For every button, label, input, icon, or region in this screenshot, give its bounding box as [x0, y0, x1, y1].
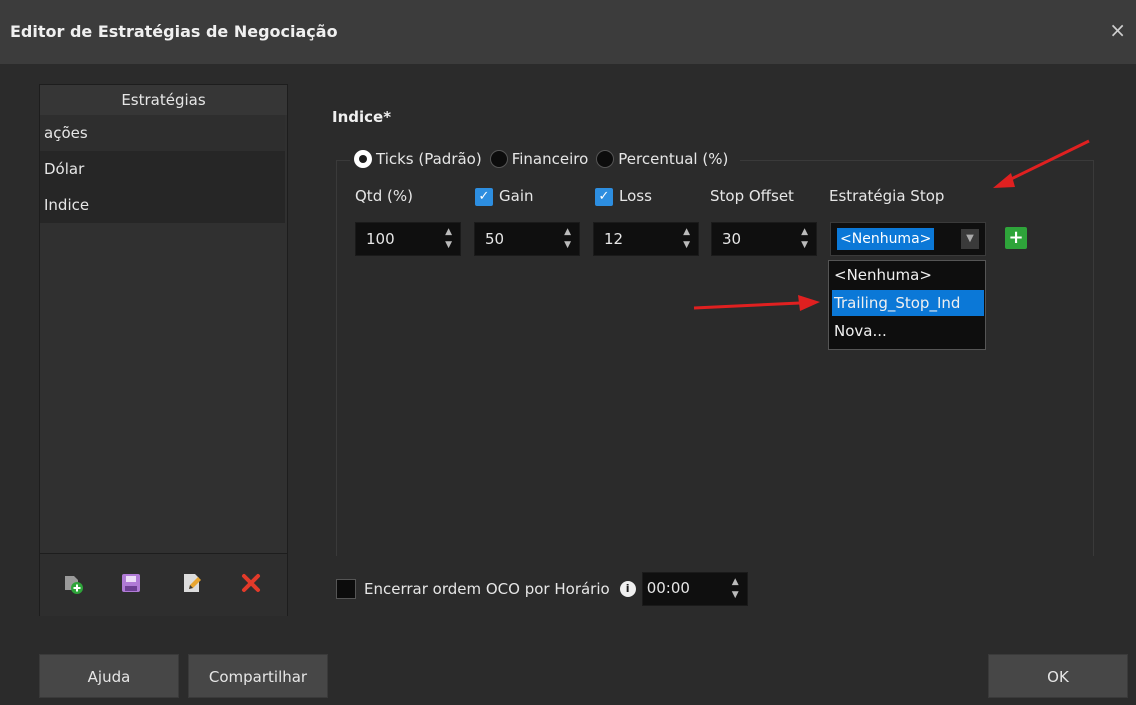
close-by-time-label: Encerrar ordem OCO por Horário — [364, 580, 610, 598]
strategy-item-dolar[interactable]: Dólar — [40, 151, 285, 187]
settings-group — [336, 160, 1094, 556]
radio-percentual-label: Percentual (%) — [618, 150, 729, 168]
dropdown-option-nenhuma[interactable]: <Nenhuma> — [832, 262, 984, 288]
loss-label: Loss — [619, 187, 652, 205]
strategy-stop-dropdown: <Nenhuma> Trailing_Stop_Ind Nova... — [828, 260, 986, 350]
radio-percentual[interactable] — [596, 150, 615, 168]
strategy-item-indice[interactable]: Indice — [40, 187, 285, 223]
delete-icon[interactable] — [240, 572, 262, 594]
radio-financeiro-label: Financeiro — [511, 150, 589, 168]
stop-offset-spinner[interactable]: 30 ▲ ▼ — [711, 222, 817, 256]
loss-checkbox[interactable]: ✓ — [595, 187, 613, 206]
radio-ticks-label: Ticks (Padrão) — [376, 150, 482, 168]
loss-value: 12 — [604, 230, 624, 248]
spinner-arrows-icon[interactable]: ▲ ▼ — [683, 226, 690, 252]
stop-offset-value: 30 — [722, 230, 742, 248]
spinner-arrows-icon[interactable]: ▲ ▼ — [445, 226, 452, 252]
gain-column: ✓ Gain — [475, 187, 534, 206]
ok-button[interactable]: OK — [988, 654, 1128, 698]
strategies-toolbar — [40, 553, 287, 616]
strategy-item-acoes[interactable]: ações — [40, 115, 285, 151]
gain-spinner[interactable]: 50 ▲ ▼ — [474, 222, 580, 256]
strategies-header: Estratégias — [40, 85, 287, 115]
window-title: Editor de Estratégias de Negociação — [10, 22, 338, 41]
spinner-arrows-icon[interactable]: ▲ ▼ — [564, 226, 571, 252]
gain-label: Gain — [499, 187, 534, 205]
loss-spinner[interactable]: 12 ▲ ▼ — [593, 222, 699, 256]
help-button[interactable]: Ajuda — [39, 654, 179, 698]
close-icon[interactable]: × — [1109, 18, 1126, 42]
info-icon[interactable]: i — [619, 581, 636, 597]
dropdown-option-nova[interactable]: Nova... — [832, 318, 984, 344]
spinner-arrows-icon[interactable]: ▲ ▼ — [732, 576, 739, 602]
save-icon[interactable] — [120, 572, 142, 594]
strategy-stop-label: Estratégia Stop — [829, 187, 945, 205]
close-by-time-row: Encerrar ordem OCO por Horário i 00:00 ▲… — [336, 572, 748, 606]
chevron-down-icon[interactable]: ▼ — [961, 229, 979, 249]
combo-selected-value: <Nenhuma> — [837, 228, 935, 250]
share-button[interactable]: Compartilhar — [188, 654, 328, 698]
qtd-spinner[interactable]: 100 ▲ ▼ — [355, 222, 461, 256]
annotation-arrow-icon — [693, 295, 820, 311]
radio-row: Ticks (Padrão) Financeiro Percentual (%) — [350, 148, 741, 170]
dropdown-option-trailing-stop[interactable]: Trailing_Stop_Ind — [832, 290, 984, 316]
radio-financeiro[interactable] — [489, 150, 508, 168]
strategy-title: Indice* — [332, 108, 392, 126]
time-value: 00:00 — [646, 579, 690, 597]
qtd-value: 100 — [366, 230, 395, 248]
time-spinner[interactable]: 00:00 ▲ ▼ — [641, 572, 748, 606]
title-bar: Editor de Estratégias de Negociação × — [0, 0, 1136, 64]
annotation-arrow-icon — [993, 139, 1090, 188]
strategy-stop-combo[interactable]: <Nenhuma> ▼ — [830, 222, 986, 256]
add-strategy-stop-button[interactable]: + — [1005, 227, 1027, 249]
loss-column: ✓ Loss — [595, 187, 652, 206]
stop-offset-label: Stop Offset — [710, 187, 794, 205]
edit-icon[interactable] — [181, 572, 203, 594]
radio-ticks[interactable] — [354, 150, 372, 168]
close-by-time-checkbox[interactable] — [336, 579, 356, 599]
gain-checkbox[interactable]: ✓ — [475, 187, 493, 206]
spinner-arrows-icon[interactable]: ▲ ▼ — [801, 226, 808, 252]
new-strategy-icon[interactable] — [62, 572, 84, 594]
qtd-label: Qtd (%) — [355, 187, 413, 205]
strategies-panel: Estratégias ações Dólar Indice — [39, 84, 288, 616]
gain-value: 50 — [485, 230, 505, 248]
